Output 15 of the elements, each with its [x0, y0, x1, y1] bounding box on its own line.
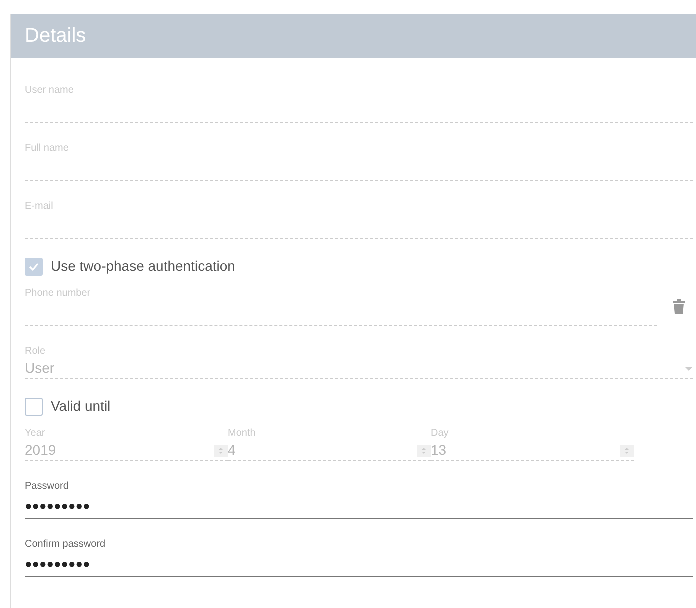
password-field[interactable]: ●●●●●●●●● [25, 494, 693, 519]
caret-icon [685, 366, 693, 370]
checkbox-label: Valid until [51, 397, 111, 416]
checkmark-icon [28, 260, 40, 272]
password-field[interactable]: ●●●●●●●●● [25, 552, 693, 577]
field-label: Password [25, 480, 70, 494]
checkbox-label: Use two-phase authentication [51, 257, 236, 276]
spinner-icon [214, 444, 228, 456]
checkbox[interactable] [25, 398, 43, 416]
spinner-icon [417, 444, 431, 456]
trash-icon[interactable] [673, 299, 685, 314]
panel-title: Details [11, 14, 696, 58]
checkbox[interactable] [25, 258, 43, 276]
spinner-icon [620, 444, 634, 456]
field-label: Confirm password [25, 538, 107, 552]
